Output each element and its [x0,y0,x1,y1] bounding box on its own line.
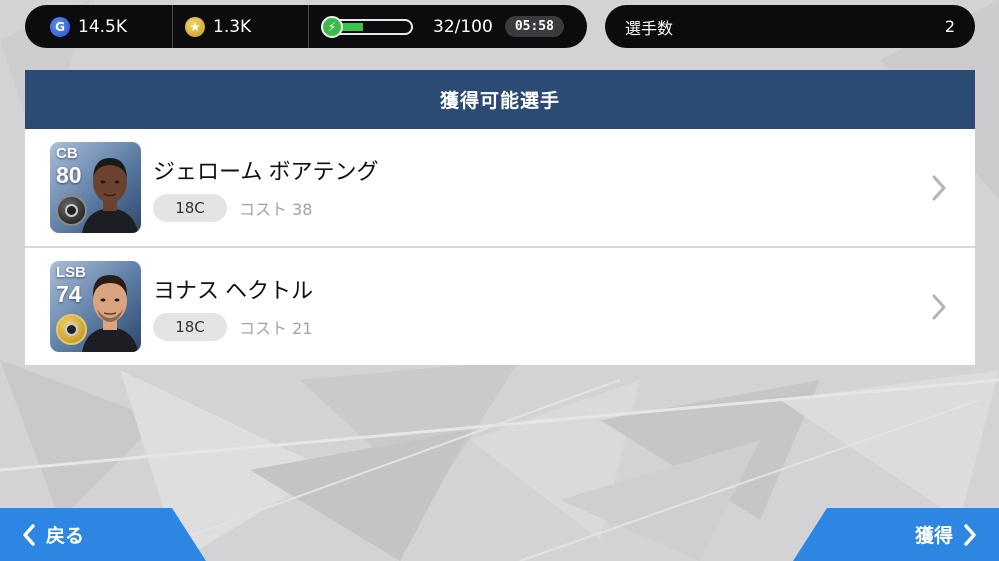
player-tag: 18C [153,312,227,341]
player-count-label: 選手数 [625,18,674,38]
player-position: LSB [56,264,86,281]
available-players-panel: 獲得可能選手 CB 80 ジェローム ボアテング 18C コスト 38 LSB … [25,70,975,365]
chevron-right-icon [964,523,976,546]
player-rating: 80 [56,162,82,188]
player-card: LSB 74 [50,261,141,352]
player-position: CB [56,145,78,162]
back-button[interactable]: 戻る [0,508,206,561]
resource-bar: G 14.5K ★ 1.3K ⚡ 32/100 05:58 [25,5,587,48]
player-count-bar: 選手数 2 [605,5,975,48]
panel-title: 獲得可能選手 [25,70,975,129]
chevron-right-icon [932,175,946,201]
energy-bar-fill [341,22,363,31]
coin-display: ★ 1.3K [173,5,309,48]
chevron-left-icon [23,523,35,546]
back-button-label: 戻る [46,525,85,547]
player-row[interactable]: CB 80 ジェローム ボアテング 18C コスト 38 [25,129,975,246]
coin-value: 1.3K [213,16,252,37]
black-badge-icon [56,195,87,226]
player-name: ヨナス ヘクトル [153,277,314,303]
chevron-right-icon [932,294,946,320]
gold-badge-icon [56,314,87,345]
star-coin-icon: ★ [185,16,205,37]
energy-display: ⚡ 32/100 05:58 [309,5,587,48]
player-cost: コスト 21 [239,318,313,338]
player-cost: コスト 38 [239,199,313,219]
player-count-value: 2 [944,17,955,36]
gp-display: G 14.5K [25,5,173,48]
acquire-button-label: 獲得 [914,525,953,547]
player-photo [82,158,138,233]
gp-coin-icon: G [50,16,70,37]
player-tag: 18C [153,193,227,222]
player-photo [82,275,138,352]
player-row[interactable]: LSB 74 ヨナス ヘクトル 18C コスト 21 [25,248,975,365]
acquire-button[interactable]: 獲得 [793,508,999,561]
energy-value: 32/100 [433,16,493,37]
energy-bar [337,18,413,35]
player-info: ヨナス ヘクトル 18C コスト 21 [153,273,313,341]
player-info: ジェローム ボアテング 18C コスト 38 [153,154,378,222]
player-rating: 74 [56,281,82,307]
player-meta: 18C コスト 38 [153,193,378,222]
player-name: ジェローム ボアテング [153,158,379,184]
player-meta: 18C コスト 21 [153,312,313,341]
player-card: CB 80 [50,142,141,233]
gp-value: 14.5K [78,16,127,37]
energy-timer: 05:58 [504,16,564,37]
lightning-energy-icon: ⚡ [321,15,343,38]
